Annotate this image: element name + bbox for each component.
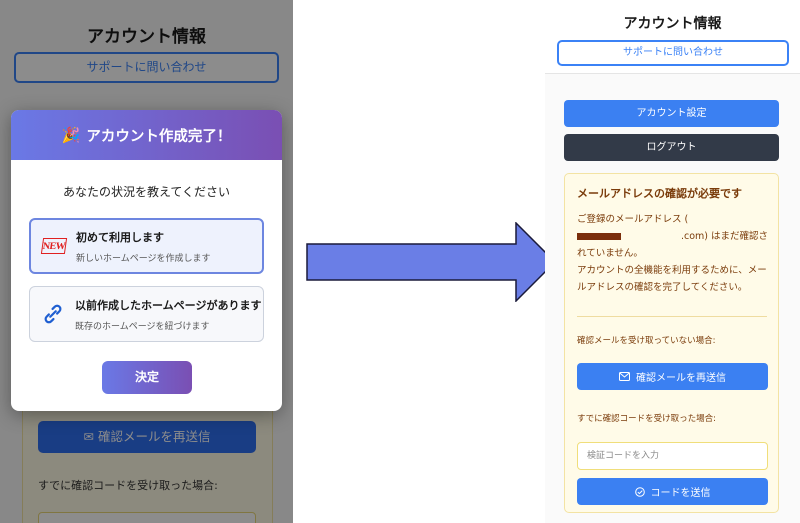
verify-message-prefix: ご登録のメールアドレス (	[577, 214, 689, 225]
send-code-button[interactable]: コードを送信	[577, 478, 768, 505]
not-received-label: 確認メールを受け取っていない場合:	[577, 336, 716, 346]
modal-question: あなたの状況を教えてください	[62, 185, 231, 199]
resend-label: 確認メールを再送信	[636, 373, 726, 384]
link-icon	[41, 302, 65, 326]
support-button[interactable]: サポートに問い合わせ	[557, 40, 789, 66]
check-circle-icon	[634, 486, 645, 497]
account-created-modal: 🎉 アカウント作成完了！ あなたの状況を教えてください NEW 初めて利用します…	[11, 110, 282, 411]
header: アカウント情報 サポートに問い合わせ	[545, 0, 800, 74]
right-screen: アカウント情報 サポートに問い合わせ アカウント設定 ログアウト メールアドレス…	[545, 0, 800, 523]
page-title: アカウント情報	[623, 16, 722, 32]
send-code-label: コードを送信	[650, 488, 711, 499]
verification-code-input[interactable]	[577, 442, 768, 470]
logout-button[interactable]: ログアウト	[564, 134, 779, 161]
option-title: 以前作成したホームページがあります	[75, 298, 262, 312]
left-screen: アカウント情報 サポートに問い合わせ ✉ 確認メールを再送信 すでに確認コードを…	[0, 0, 293, 523]
modal-header: 🎉 アカウント作成完了！	[11, 110, 282, 160]
confirm-button[interactable]: 決定	[102, 361, 192, 394]
new-badge-icon: NEW	[40, 238, 68, 254]
divider	[577, 316, 767, 317]
party-popper-icon: 🎉	[61, 126, 81, 144]
resend-email-button[interactable]: 確認メールを再送信	[577, 363, 768, 390]
verify-message: ご登録のメールアドレス ( .com) はまだ確認されていません。 アカウントの…	[577, 211, 772, 296]
account-settings-button[interactable]: アカウント設定	[564, 100, 779, 127]
redacted-email	[577, 233, 621, 240]
option-desc: 既存のホームページを紐づけます	[75, 321, 210, 332]
option-desc: 新しいホームページを作成します	[76, 253, 211, 264]
verify-title: メールアドレスの確認が必要です	[577, 187, 742, 200]
verify-message-body: アカウントの全機能を利用するために、メールアドレスの確認を完了してください。	[577, 265, 767, 293]
code-received-label: すでに確認コードを受け取った場合:	[577, 414, 716, 424]
option-existing-site[interactable]: 以前作成したホームページがあります 既存のホームページを紐づけます	[29, 286, 264, 342]
modal-title: アカウント作成完了！	[86, 128, 232, 145]
option-title: 初めて利用します	[76, 230, 164, 244]
transition-arrow-icon	[306, 222, 556, 302]
option-first-time[interactable]: NEW 初めて利用します 新しいホームページを作成します	[29, 218, 264, 274]
email-verification-panel: メールアドレスの確認が必要です ご登録のメールアドレス ( .com) はまだ確…	[564, 173, 779, 513]
mail-icon	[619, 372, 630, 381]
